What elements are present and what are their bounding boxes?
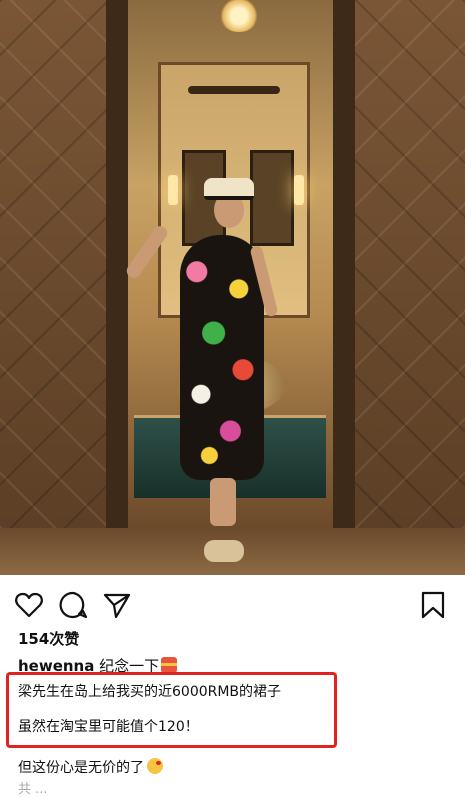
bookmark-icon[interactable] xyxy=(418,590,448,620)
like-count[interactable]: 154次赞 xyxy=(18,628,79,649)
comment-icon[interactable] xyxy=(58,590,88,620)
caption-line-2: 虽然在淘宝里可能值个120！ xyxy=(18,719,199,735)
sandals xyxy=(204,540,244,562)
wall-panel-left xyxy=(0,0,118,528)
wall-lamp xyxy=(168,175,178,205)
caption-line-1: 梁先生在岛上给我买的近6000RMB的裙子 xyxy=(18,684,282,700)
woman-legs xyxy=(210,478,236,526)
gift-icon xyxy=(161,657,178,673)
ceiling-fan xyxy=(188,86,280,94)
kiss-emoji-icon xyxy=(147,758,163,774)
caption-line-3-wrap: 但这份心是无价的了 xyxy=(18,757,163,777)
caption-line-3: 但这份心是无价的了 xyxy=(18,760,144,776)
share-icon[interactable] xyxy=(102,590,132,620)
wall-panel-right xyxy=(345,0,465,528)
action-bar xyxy=(0,590,465,622)
heart-icon[interactable] xyxy=(14,590,44,620)
wall-lamp xyxy=(294,175,304,205)
door-frame-left xyxy=(106,0,128,528)
mirror-right xyxy=(250,150,294,246)
floral-dress xyxy=(180,235,264,480)
post-photo[interactable] xyxy=(0,0,465,575)
door-frame-right xyxy=(333,0,355,528)
straw-hat xyxy=(204,178,254,200)
cutoff-text: 共 ... xyxy=(18,782,48,797)
